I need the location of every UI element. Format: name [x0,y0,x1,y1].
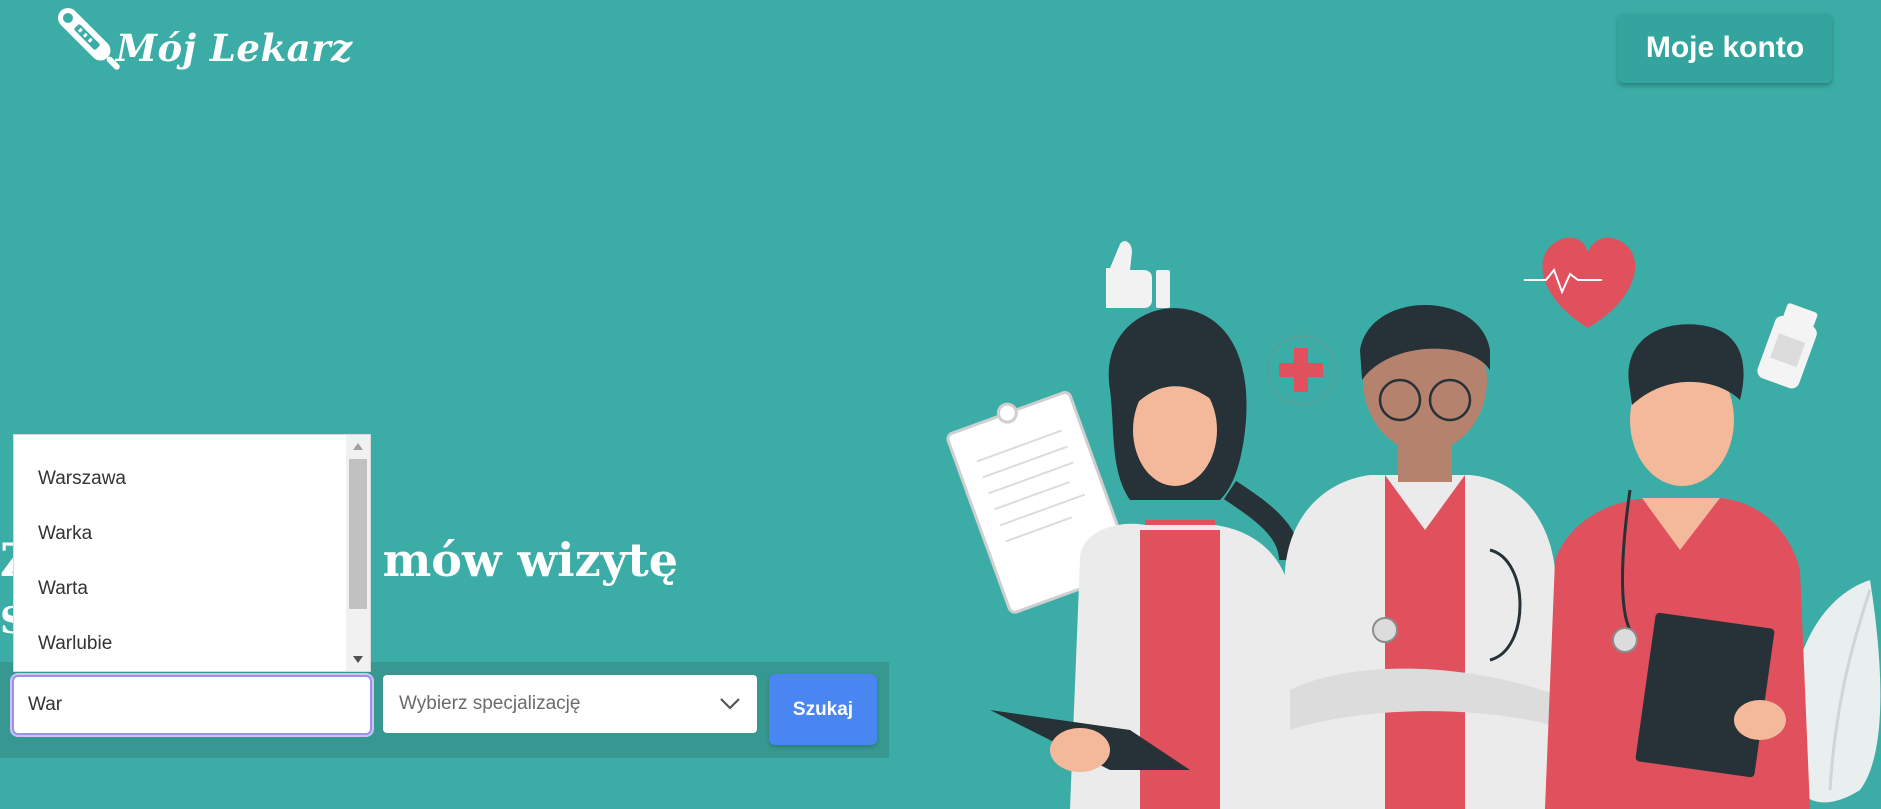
dropdown-scrollbar[interactable] [346,435,370,671]
medical-cross-icon [1267,335,1337,405]
thumbs-up-icon [1106,241,1170,308]
hero-title-right: mów wizytę [382,533,678,587]
suggestion-item[interactable]: Warta [14,561,346,616]
suggestion-list: Warszawa Warka Warta Warlubie [14,435,346,671]
suggestion-item[interactable]: Warlubie [14,616,346,671]
logo-text: Mój Lekarz [116,26,353,70]
specialization-placeholder: Wybierz specjalizację [399,693,581,714]
account-button[interactable]: Moje konto [1618,13,1832,83]
specialization-select[interactable]: Wybierz specjalizację [383,675,757,733]
male-doctor-illustration [1275,305,1570,809]
heart-icon [1524,237,1636,328]
search-button[interactable]: Szukaj [769,674,877,745]
city-input[interactable] [12,675,372,735]
doctors-illustration [946,237,1881,809]
scroll-up-arrow-icon[interactable] [353,443,363,450]
city-suggestions-dropdown[interactable]: Warszawa Warka Warta Warlubie [13,434,371,672]
suggestion-item[interactable]: Warka [14,506,346,561]
page: Mój Lekarz Moje konto Zmów wizytę S Wybi… [0,0,1881,809]
scroll-down-arrow-icon[interactable] [353,656,363,663]
scrollbar-thumb[interactable] [349,459,367,609]
suggestion-item[interactable]: Warszawa [14,451,346,506]
chevron-down-icon [720,698,740,710]
logo[interactable]: Mój Lekarz [52,4,352,80]
male-nurse-illustration [1545,324,1810,809]
pill-bottle-icon [1757,303,1818,389]
